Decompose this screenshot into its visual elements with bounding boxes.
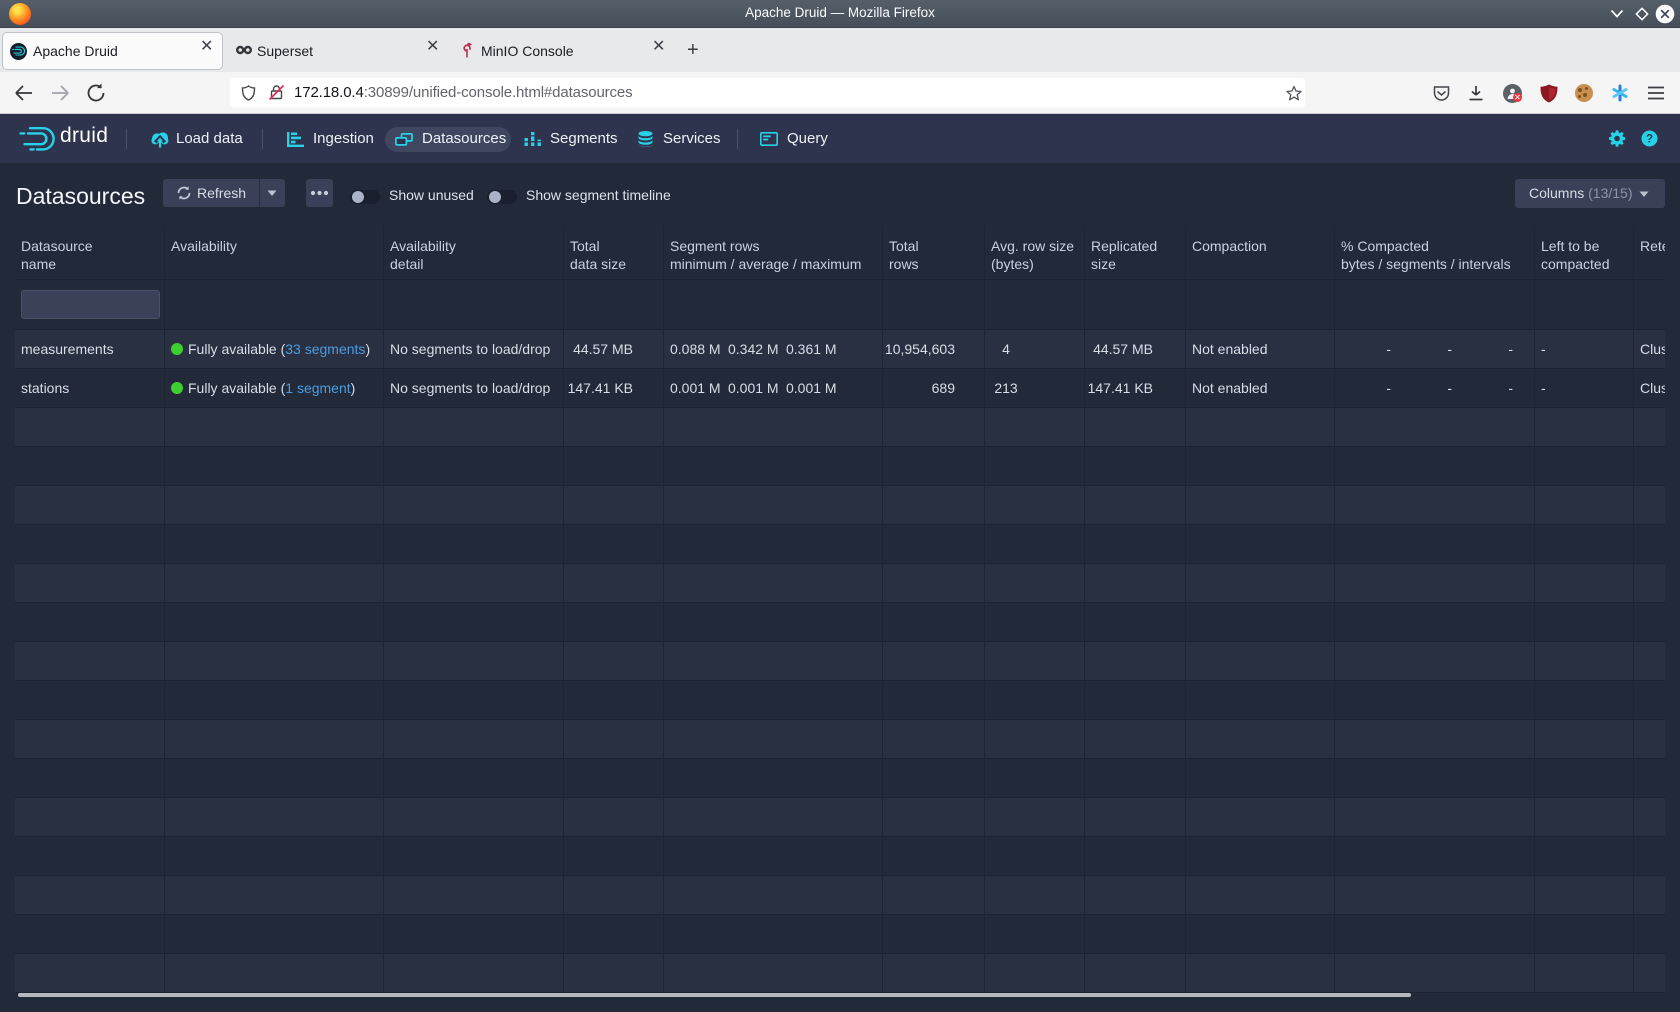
svg-text:?: ? [1646, 134, 1653, 146]
